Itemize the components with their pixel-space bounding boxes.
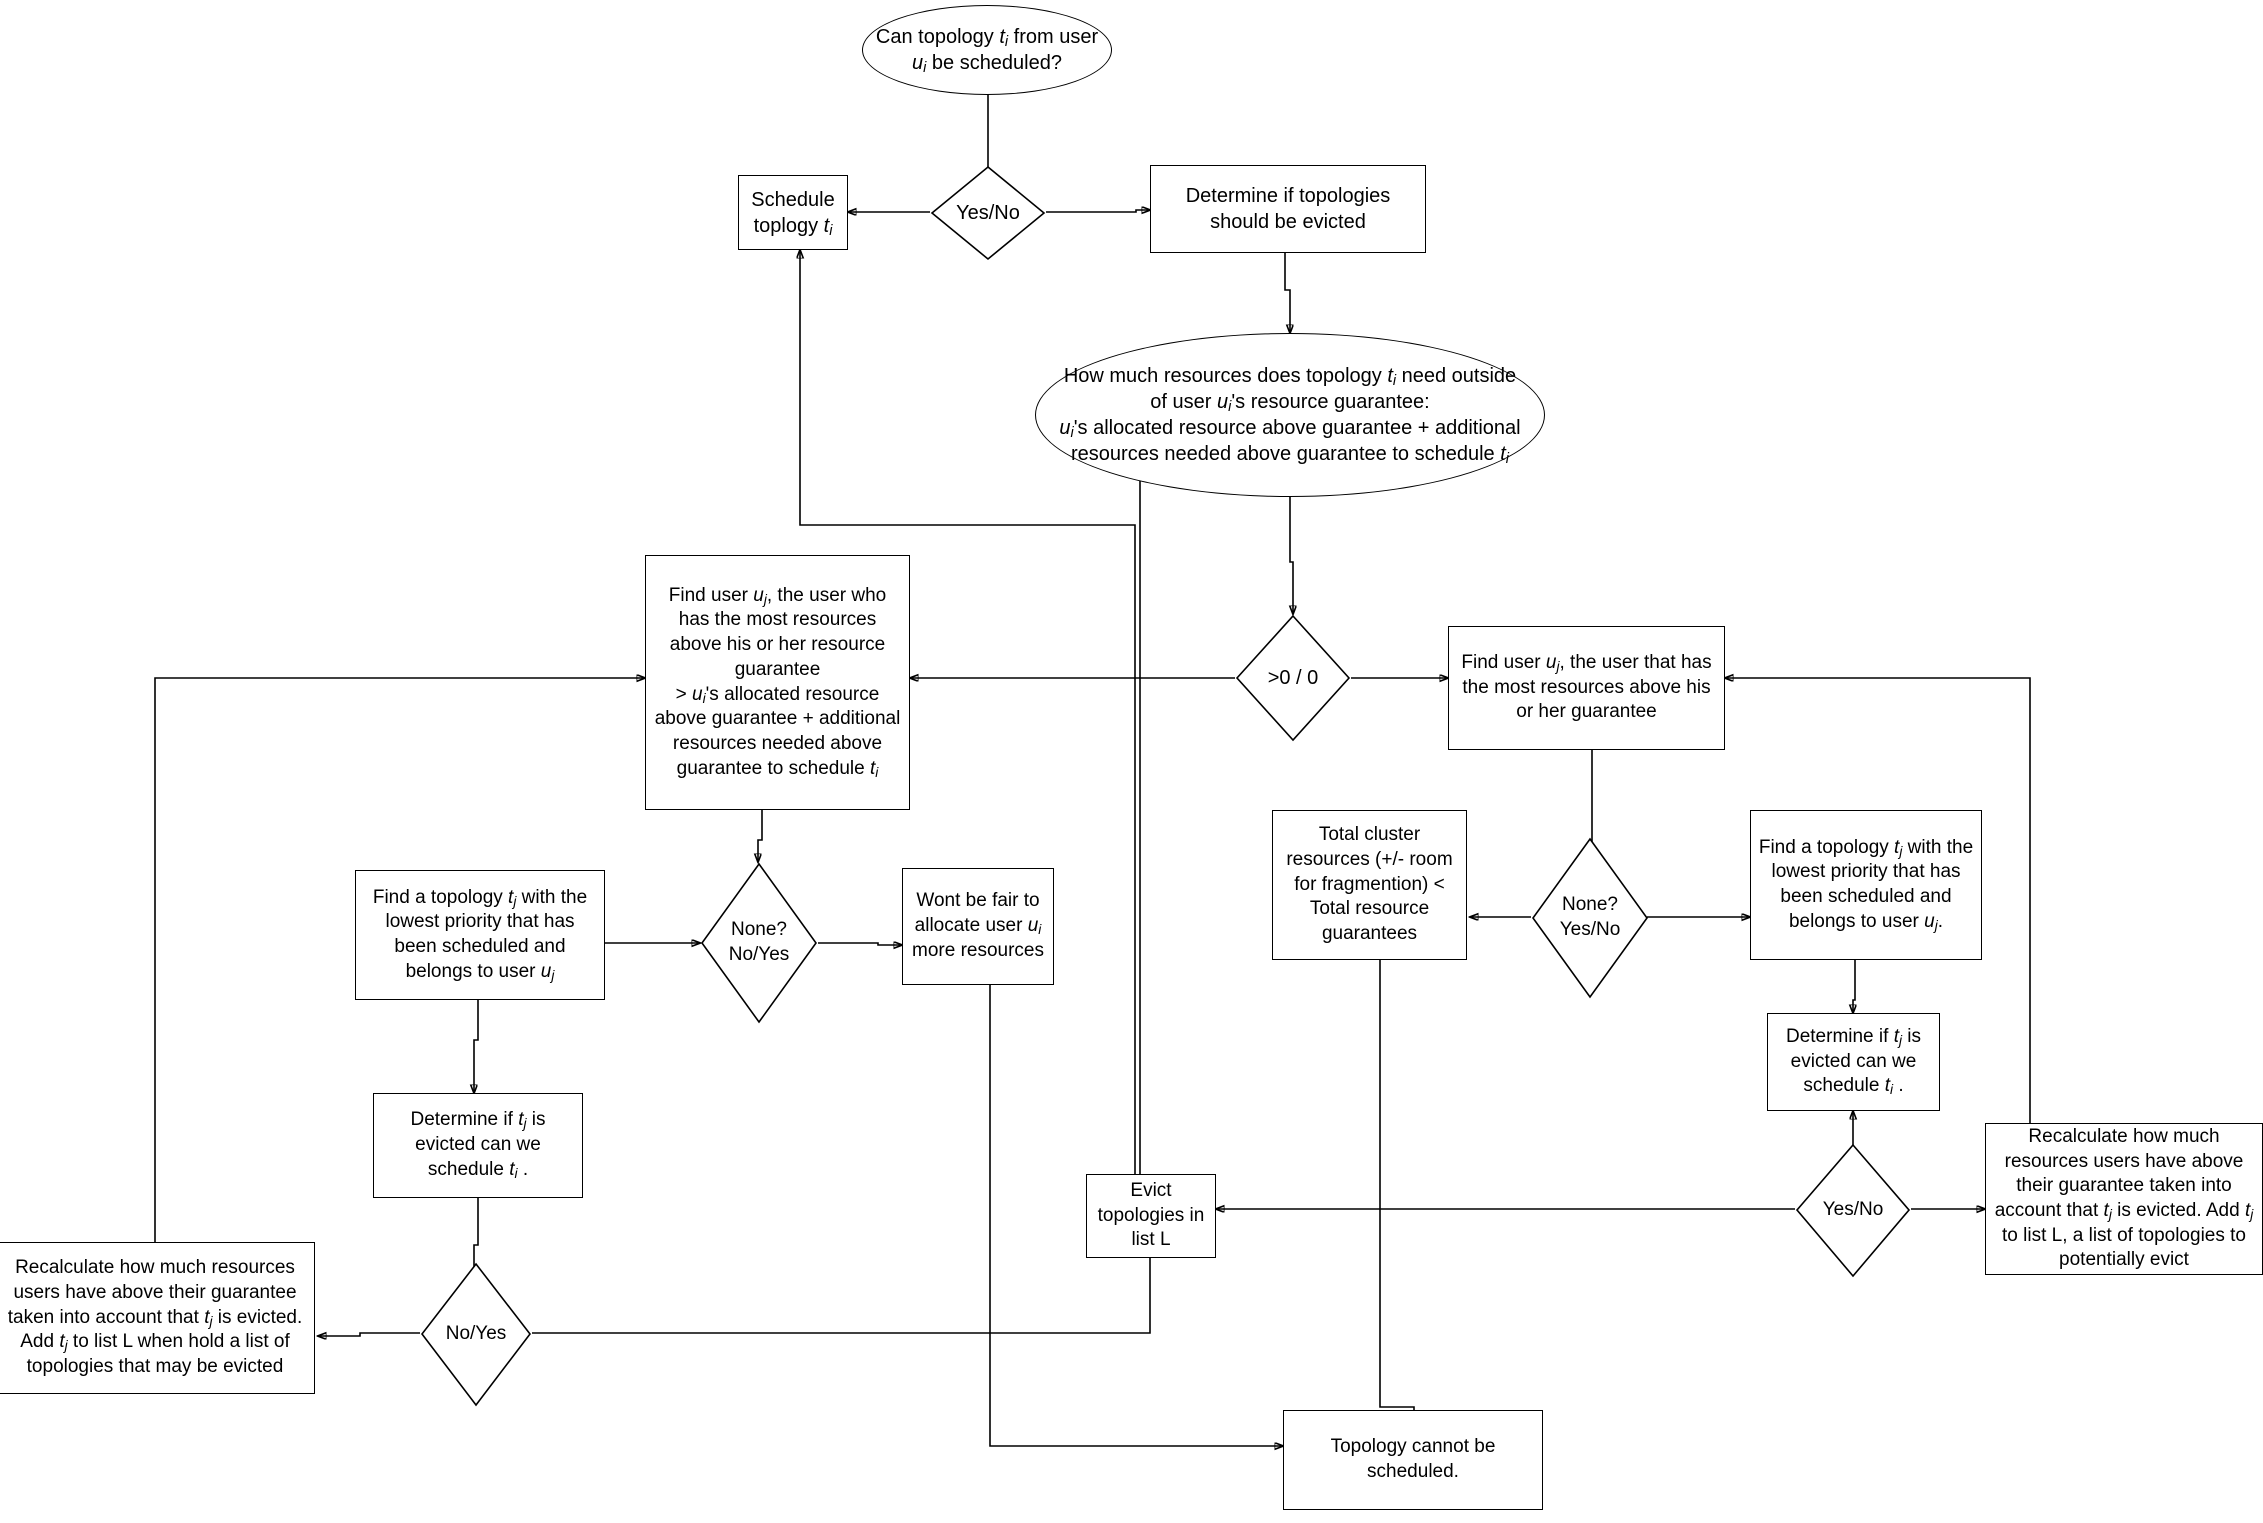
edge-noyes-to-evict — [532, 1219, 1150, 1334]
connector-layer — [154, 92, 2031, 1523]
decision-none-yes-no-label: None? Yes/No — [1559, 894, 1621, 940]
decision-yes-no-top-label: Yes/No — [956, 202, 1020, 224]
decision-yes-no-bottom-label: Yes/No — [1822, 1199, 1884, 1221]
decision-gt0-label: >0 / 0 — [1267, 667, 1319, 689]
decision-no-yes-label: No/Yes — [445, 1323, 507, 1345]
determine-evicted-box[interactable]: Determine if topologies should be evicte… — [1150, 165, 1426, 253]
decision-gt0[interactable]: >0 / 0 — [1235, 614, 1351, 742]
find-user-left-text: Find user uj, the user who has the most … — [654, 584, 901, 780]
find-topology-left-text: Find a topology tj with the lowest prior… — [372, 886, 588, 983]
topology-cannot-text: Topology cannot be scheduled. — [1330, 1436, 1496, 1482]
edge-none-to-wontbefair — [818, 943, 902, 945]
edge-finduser-left-to-none — [758, 810, 763, 862]
recalculate-left-box[interactable]: Recalculate how much resources users hav… — [0, 1242, 315, 1394]
how-much-resources-text: How much resources does topology ti need… — [1059, 365, 1521, 468]
determine-evict-left-box[interactable]: Determine if tj is evicted can we schedu… — [373, 1093, 583, 1198]
start-question-text: Can topology ti from user ui be schedule… — [875, 26, 1099, 77]
determine-evict-left-text: Determine if tj is evicted can we schedu… — [410, 1109, 546, 1181]
decision-yes-no-top[interactable]: Yes/No — [930, 165, 1046, 261]
decision-none-no-yes-label: None? No/Yes — [728, 919, 790, 965]
evict-topologies-text: Evict topologies in list L — [1097, 1179, 1205, 1251]
find-user-left-box[interactable]: Find user uj, the user who has the most … — [645, 555, 910, 810]
find-user-right-text: Find user uj, the user that has the most… — [1461, 651, 1712, 723]
wont-be-fair-box[interactable]: Wont be fair to allocate user ui more re… — [902, 868, 1054, 985]
edge-totalcluster-to-cannot — [1379, 960, 1414, 1428]
flowchart-canvas: Can topology ti from user ui be schedule… — [0, 0, 2263, 1523]
evict-topologies-box[interactable]: Evict topologies in list L — [1086, 1174, 1216, 1258]
edge-noyes-to-recalc-left — [318, 1333, 420, 1336]
edge-findtopo-left-to-determine — [474, 1000, 479, 1093]
edge-findtopo-right-to-determine — [1853, 960, 1855, 1013]
total-cluster-box[interactable]: Total cluster resources (+/- room for fr… — [1272, 810, 1467, 960]
find-topology-right-text: Find a topology tj with the lowest prior… — [1758, 836, 1974, 933]
recalculate-left-text: Recalculate how much resources users hav… — [7, 1257, 303, 1378]
start-question-ellipse[interactable]: Can topology ti from user ui be schedule… — [862, 5, 1112, 95]
decision-yes-no-bottom[interactable]: Yes/No — [1795, 1143, 1911, 1278]
find-user-right-box[interactable]: Find user uj, the user that has the most… — [1448, 626, 1725, 750]
decision-none-yes-no[interactable]: None? Yes/No — [1531, 837, 1649, 999]
edge-howmuch-left-to-evict — [1139, 420, 1204, 1190]
edge-howmuch-to-gt0 — [1290, 497, 1293, 614]
determine-evict-right-box[interactable]: Determine if tj is evicted can we schedu… — [1767, 1013, 1940, 1111]
find-topology-right-box[interactable]: Find a topology tj with the lowest prior… — [1750, 810, 1982, 960]
decision-no-yes[interactable]: No/Yes — [420, 1262, 532, 1407]
determine-evict-right-text: Determine if tj is evicted can we schedu… — [1785, 1025, 1922, 1098]
edge-yesno-to-determine — [1046, 210, 1150, 212]
recalculate-right-box[interactable]: Recalculate how much resources users hav… — [1985, 1123, 2263, 1275]
wont-be-fair-text: Wont be fair to allocate user ui more re… — [912, 890, 1044, 961]
total-cluster-text: Total cluster resources (+/- room for fr… — [1286, 824, 1453, 945]
schedule-topology-box[interactable]: Schedule toplogy ti — [738, 175, 848, 250]
how-much-resources-ellipse[interactable]: How much resources does topology ti need… — [1035, 333, 1545, 497]
schedule-topology-text: Schedule toplogy ti — [751, 188, 835, 239]
recalculate-right-text: Recalculate how much resources users hav… — [1994, 1125, 2254, 1271]
edge-determine-to-howmuch — [1284, 252, 1290, 333]
determine-evicted-text: Determine if topologies should be evicte… — [1185, 185, 1391, 233]
topology-cannot-box[interactable]: Topology cannot be scheduled. — [1283, 1410, 1543, 1510]
find-topology-left-box[interactable]: Find a topology tj with the lowest prior… — [355, 870, 605, 1000]
decision-none-no-yes[interactable]: None? No/Yes — [700, 862, 818, 1024]
